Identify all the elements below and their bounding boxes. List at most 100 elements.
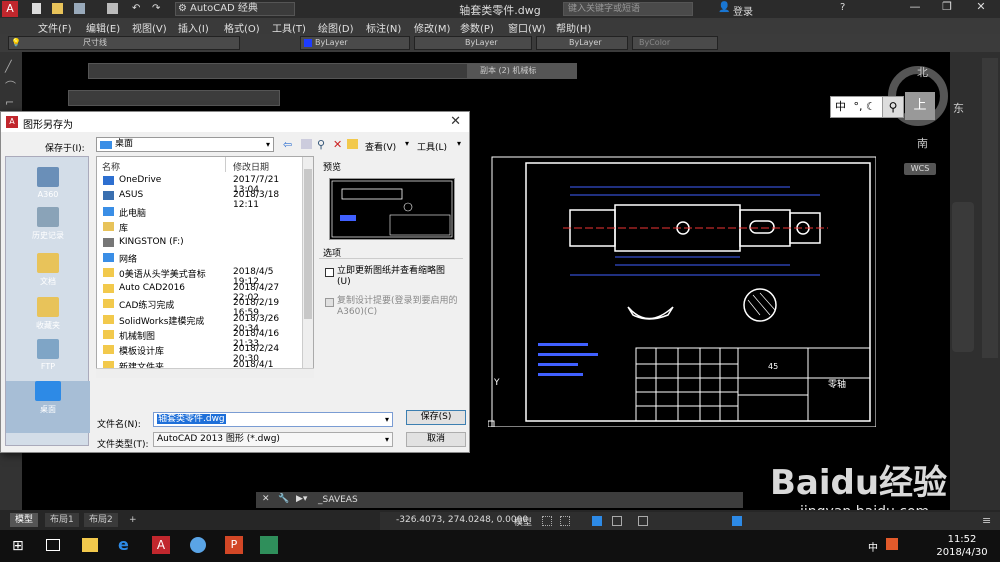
menu-modify[interactable]: 修改(M): [414, 20, 450, 35]
filename-chevron-icon[interactable]: ▾: [385, 413, 389, 426]
polyline-tool-icon[interactable]: ⌐: [5, 96, 14, 109]
update-thumbnail-checkbox[interactable]: [325, 268, 334, 277]
file-list-item[interactable]: ASUS 2018/3/18 12:11: [101, 189, 301, 210]
arc-tool-icon[interactable]: ⌒: [5, 78, 16, 94]
model-space-toggle[interactable]: 模型: [514, 515, 532, 528]
file-explorer-icon[interactable]: [82, 538, 98, 552]
update-thumbnail-label[interactable]: 立即更新图纸并查看缩略图(U): [337, 266, 447, 288]
task-view-icon[interactable]: [46, 539, 60, 551]
file-list-item[interactable]: 机械制图 2018/4/16 21:33: [101, 328, 301, 349]
menu-parametric[interactable]: 参数(P): [460, 20, 494, 35]
place-ftp[interactable]: FTP: [6, 339, 90, 371]
file-list-item[interactable]: 网络: [101, 251, 301, 266]
customize-icon[interactable]: ≡: [982, 514, 991, 527]
browser-taskbar-icon[interactable]: [190, 537, 206, 553]
new-folder-icon[interactable]: [347, 139, 358, 149]
filetype-dropdown[interactable]: AutoCAD 2013 图形 (*.dwg) ▾: [153, 432, 393, 447]
command-line[interactable]: ✕ 🔧 ▶▾ _SAVEAS: [256, 492, 743, 508]
tools-chevron-icon[interactable]: ▾: [457, 139, 461, 148]
windows-start-icon[interactable]: ⊞: [12, 538, 24, 554]
wcs-menu[interactable]: WCS: [904, 163, 936, 175]
lineweight-combo[interactable]: ByLayer: [536, 36, 628, 50]
place-documents[interactable]: 文档: [6, 253, 90, 287]
polar-icon[interactable]: [612, 516, 622, 526]
file-list-item[interactable]: OneDrive 2017/7/21 13:04: [101, 174, 301, 195]
menu-dimension[interactable]: 标注(N): [366, 20, 401, 35]
vertical-scrollbar[interactable]: [302, 157, 313, 377]
menu-window[interactable]: 窗口(W): [508, 20, 546, 35]
edge-icon[interactable]: e: [118, 535, 129, 554]
menu-insert[interactable]: 插入(I): [178, 20, 209, 35]
menu-help[interactable]: 帮助(H): [556, 20, 591, 35]
taskbar-clock[interactable]: 11:52 2018/4/30: [932, 533, 992, 559]
search-icon[interactable]: ⚲: [882, 96, 904, 118]
menu-draw[interactable]: 绘图(D): [318, 20, 354, 35]
views-menu[interactable]: 查看(V): [365, 140, 396, 153]
file-list[interactable]: 名称 修改日期 OneDrive 2017/7/21 13:04 ASUS 2018/…: [96, 156, 314, 380]
file-list-item[interactable]: Auto CAD2016 2018/4/27 22:02: [101, 282, 301, 303]
file-list-item[interactable]: CAD练习完成 2018/2/19 16:59: [101, 297, 301, 318]
save-button[interactable]: 保存(S): [406, 410, 466, 425]
plotstyle-combo[interactable]: ByColor: [632, 36, 718, 50]
viewcube-top-face[interactable]: 上: [905, 92, 935, 120]
viewcube-east[interactable]: 东: [953, 100, 964, 116]
place-history[interactable]: 历史记录: [6, 207, 90, 241]
back-icon[interactable]: ⇦: [283, 138, 292, 151]
layer-combo[interactable]: ByLayer: [300, 36, 410, 50]
dialog-close-icon[interactable]: ✕: [450, 114, 461, 129]
ortho-icon[interactable]: [592, 516, 602, 526]
filename-input[interactable]: 轴套类零件.dwg ▾: [153, 412, 393, 427]
cmd-close-icon[interactable]: ✕: [262, 494, 270, 504]
file-list-item[interactable]: KINGSTON (F:): [101, 236, 301, 251]
horizontal-scrollbar[interactable]: [96, 368, 314, 378]
tray-ime[interactable]: 中: [868, 539, 878, 554]
place-favorites[interactable]: 收藏夹: [6, 297, 90, 331]
close-icon[interactable]: ✕: [964, 0, 998, 18]
dimstyle-combo[interactable]: 💡 尺寸线: [8, 36, 240, 50]
copy-design-feed-checkbox[interactable]: [325, 298, 334, 307]
delete-icon[interactable]: ✕: [333, 138, 342, 151]
user-icon[interactable]: 👤: [718, 2, 730, 13]
line-tool-icon[interactable]: ╱: [5, 60, 12, 73]
menu-tools[interactable]: 工具(T): [272, 20, 306, 35]
menu-view[interactable]: 视图(V): [132, 20, 167, 35]
file-list-item[interactable]: 0美语从头学美式音标 2018/4/5 19:12: [101, 266, 301, 287]
login-button[interactable]: 登录: [733, 3, 753, 18]
tab-layout1[interactable]: 布局1: [45, 513, 79, 527]
minimize-icon[interactable]: —: [900, 0, 930, 18]
grid-icon[interactable]: [542, 516, 552, 526]
osnap-icon[interactable]: [638, 516, 648, 526]
column-header-date[interactable]: 修改日期: [233, 160, 269, 173]
help-icon[interactable]: ?: [840, 2, 845, 13]
tools-menu[interactable]: 工具(L): [417, 140, 447, 153]
search-web-icon[interactable]: ⚲: [317, 138, 325, 151]
search-input[interactable]: 键入关键字或短语: [563, 2, 693, 16]
file-list-item[interactable]: SolidWorks建模完成 2018/3/26 20:34: [101, 313, 301, 334]
file-list-item[interactable]: 模板设计库 2018/2/24 20:30: [101, 343, 301, 364]
save-in-dropdown[interactable]: 桌面 ▾: [96, 137, 274, 152]
menu-format[interactable]: 格式(O): [224, 20, 260, 35]
powerpoint-icon[interactable]: P: [225, 536, 243, 554]
menu-edit[interactable]: 编辑(E): [86, 20, 120, 35]
cancel-button[interactable]: 取消: [406, 432, 466, 447]
scrollbar-thumb[interactable]: [304, 169, 312, 319]
lineweight-icon[interactable]: [732, 516, 742, 526]
app-taskbar-icon[interactable]: [260, 536, 278, 554]
place-desktop[interactable]: 桌面: [6, 381, 90, 433]
file-list-item[interactable]: 库: [101, 220, 301, 235]
sogou-icon[interactable]: [886, 538, 898, 550]
viewcube-north[interactable]: 北: [917, 64, 928, 80]
file-list-item[interactable]: 此电脑: [101, 205, 301, 220]
cad-drawing[interactable]: 45 零轴 Y: [488, 155, 876, 427]
snap-icon[interactable]: [560, 516, 570, 526]
autocad-taskbar-icon[interactable]: A: [152, 536, 170, 554]
column-header-name[interactable]: 名称: [102, 160, 120, 173]
viewcube-south[interactable]: 南: [917, 135, 928, 151]
restore-icon[interactable]: ❐: [932, 0, 962, 18]
linetype-combo[interactable]: ByLayer: [414, 36, 532, 50]
menu-file[interactable]: 文件(F): [38, 20, 72, 35]
place-a360[interactable]: A360: [6, 167, 90, 199]
views-chevron-icon[interactable]: ▾: [405, 139, 409, 148]
tab-model[interactable]: 模型: [10, 513, 39, 527]
cmd-wrench-icon[interactable]: 🔧: [278, 494, 289, 504]
